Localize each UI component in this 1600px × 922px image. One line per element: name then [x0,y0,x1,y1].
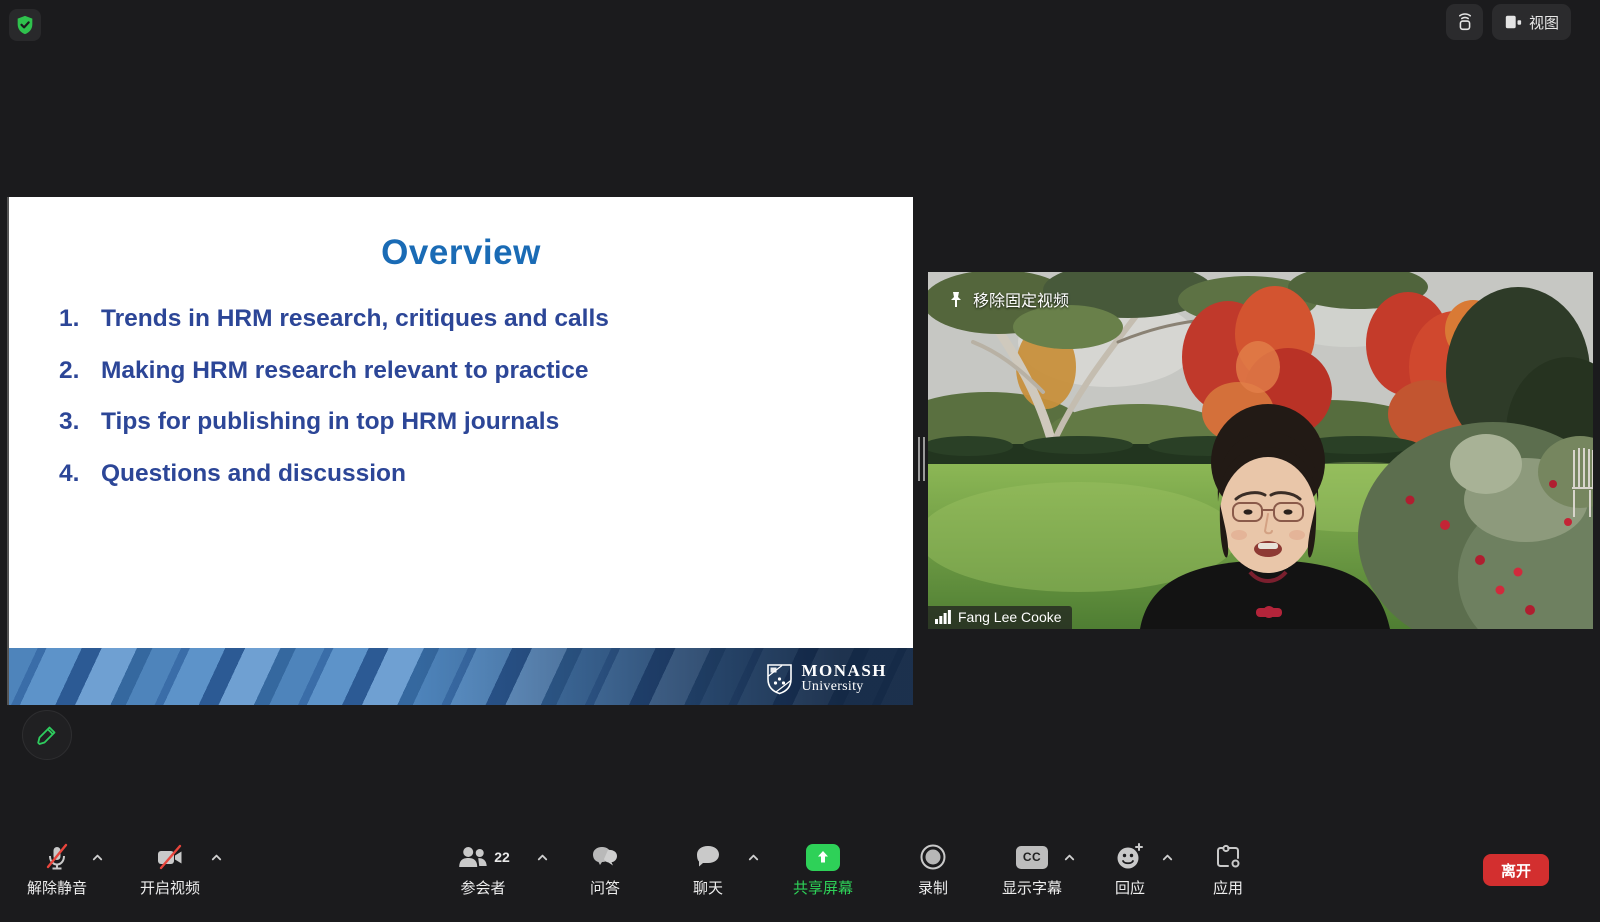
slide-list-item: 4. Questions and discussion [59,460,873,488]
monash-shield-icon [766,663,793,695]
broadcast-device-icon [1454,11,1476,33]
apps-button[interactable]: 应用 [1213,840,1243,898]
slide-list: 1. Trends in HRM research, critiques and… [59,305,873,488]
qa-button[interactable]: 问答 [588,840,622,898]
item-text: Trends in HRM research, critiques and ca… [101,305,609,333]
participants-icon [456,842,490,872]
shared-screen-slide: Overview 1. Trends in HRM research, crit… [7,197,913,705]
item-text: Questions and discussion [101,460,406,488]
shield-check-icon [14,14,36,36]
share-screen-button[interactable]: 共享屏幕 [793,840,853,898]
record-button[interactable]: 录制 [918,840,948,898]
item-text: Tips for publishing in top HRM journals [101,408,559,436]
audio-options-chevron[interactable] [88,848,106,866]
slide-list-item: 2. Making HRM research relevant to pract… [59,357,873,385]
unmute-button[interactable]: 解除静音 [27,840,87,898]
record-label: 录制 [918,877,948,898]
pencil-icon [35,723,59,747]
captions-label: 显示字幕 [1002,877,1062,898]
audio-broadcast-button[interactable] [1446,4,1483,40]
monash-logo: MONASH University [766,662,888,695]
leave-meeting-button[interactable]: 离开 [1483,854,1549,886]
item-number: 1. [59,305,101,333]
monash-logo-line1: MONASH [802,662,888,680]
chat-bubble-icon [692,842,724,872]
pinned-speaker-video[interactable]: 移除固定视频 Fang Lee Cooke [928,272,1593,629]
monash-logo-line2: University [802,680,888,695]
chat-label: 聊天 [693,877,723,898]
annotate-button[interactable] [22,710,72,760]
item-text: Making HRM research relevant to practice [101,357,588,385]
unmute-label: 解除静音 [27,877,87,898]
slide-title: Overview [9,233,913,273]
captions-options-chevron[interactable] [1060,848,1078,866]
qa-label: 问答 [590,877,620,898]
slide-footer-band: MONASH University [9,648,913,705]
participants-label: 参会者 [460,877,505,898]
participants-count: 22 [494,849,510,865]
reactions-button[interactable]: 回应 [1114,840,1146,898]
captions-button[interactable]: CC 显示字幕 [1002,840,1062,898]
slide-list-item: 3. Tips for publishing in top HRM journa… [59,408,873,436]
start-video-button[interactable]: 开启视频 [140,840,200,898]
speaker-video-scene [928,272,1593,629]
view-layout-icon [1504,13,1522,31]
reactions-options-chevron[interactable] [1158,848,1176,866]
pin-icon [948,291,964,308]
camera-off-icon [153,841,187,873]
slide-list-item: 1. Trends in HRM research, critiques and… [59,305,873,333]
audio-signal-icon [935,610,951,624]
captions-cc-icon: CC [1016,846,1048,869]
participants-button[interactable]: 22 参会者 [456,840,510,898]
start-video-label: 开启视频 [140,877,200,898]
item-number: 4. [59,460,101,488]
pane-resize-handle[interactable] [918,437,925,481]
apps-icon [1213,842,1243,872]
security-shield-button[interactable] [9,9,41,41]
record-icon [918,842,948,872]
reactions-smiley-icon [1114,841,1146,873]
item-number: 2. [59,357,101,385]
chat-button[interactable]: 聊天 [692,840,724,898]
item-number: 3. [59,408,101,436]
qa-bubbles-icon [588,842,622,872]
remove-pin-label: 移除固定视频 [973,287,1069,311]
share-screen-icon [806,844,840,871]
view-button-label: 视图 [1529,12,1559,33]
participants-options-chevron[interactable] [533,848,551,866]
view-button[interactable]: 视图 [1492,4,1571,40]
share-screen-label: 共享屏幕 [793,877,853,898]
apps-label: 应用 [1213,877,1243,898]
participant-name: Fang Lee Cooke [958,609,1062,625]
chat-options-chevron[interactable] [744,848,762,866]
video-options-chevron[interactable] [207,848,225,866]
reactions-label: 回应 [1115,877,1145,898]
microphone-muted-icon [41,841,73,873]
remove-pin-button[interactable]: 移除固定视频 [948,287,1069,311]
participant-name-plate: Fang Lee Cooke [928,606,1072,629]
